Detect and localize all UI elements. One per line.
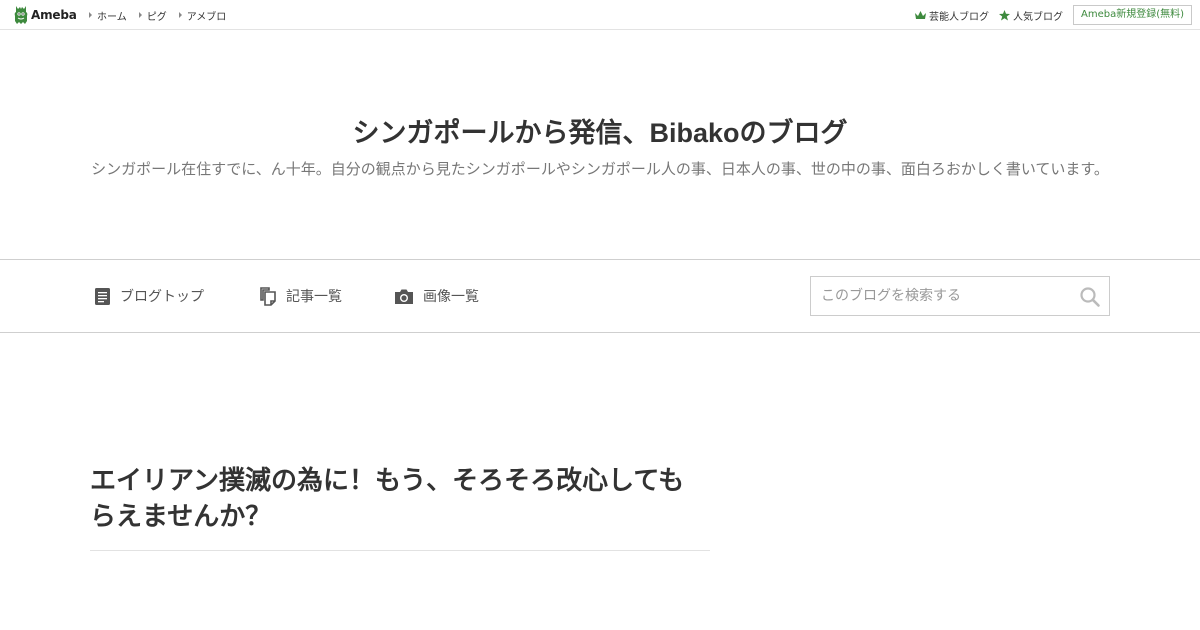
copy-icon bbox=[260, 286, 276, 306]
ameba-logo[interactable]: Ameba bbox=[13, 5, 77, 25]
blog-search bbox=[810, 276, 1110, 316]
nav-image-list-label: 画像一覧 bbox=[423, 289, 479, 305]
global-nav-pigg[interactable]: ピグ bbox=[138, 8, 167, 23]
global-nav-label: ピグ bbox=[146, 11, 167, 23]
caret-right-icon bbox=[178, 12, 182, 18]
logo-wordmark: Ameba bbox=[31, 8, 77, 22]
global-header: Ameba ホーム ピグ アメブロ 芸能人ブログ 人気ブログ Ameba新規登録… bbox=[0, 0, 1200, 30]
blog-header: シンガポールから発信、Bibakoのブログ シンガポール在住すでに、ん十年。自分… bbox=[0, 31, 1200, 259]
blog-title[interactable]: シンガポールから発信、Bibakoのブログ bbox=[0, 111, 1200, 150]
search-input[interactable] bbox=[811, 277, 1071, 315]
signup-button[interactable]: Ameba新規登録(無料) bbox=[1072, 5, 1192, 25]
global-nav: ホーム ピグ アメブロ bbox=[89, 0, 238, 30]
nav-article-list-label: 記事一覧 bbox=[286, 289, 342, 305]
caret-right-icon bbox=[138, 12, 142, 18]
caret-right-icon bbox=[89, 12, 92, 18]
nav-blog-top-label: ブログトップ bbox=[120, 289, 204, 305]
article-title[interactable]: エイリアン撲滅の為に！もう、そろそろ改心してもらえませんか？ bbox=[90, 462, 710, 534]
global-nav-home[interactable]: ホーム bbox=[89, 8, 127, 23]
popular-blog-label: 人気ブログ bbox=[1012, 11, 1063, 23]
camera-icon bbox=[395, 289, 413, 304]
ameba-mascot-icon bbox=[14, 6, 28, 24]
celebrity-blog-link[interactable]: 芸能人ブログ bbox=[914, 8, 989, 23]
global-nav-label: ホーム bbox=[97, 11, 127, 23]
nav-article-list[interactable]: 記事一覧 bbox=[259, 260, 342, 332]
blog-description: シンガポール在住すでに、ん十年。自分の観点から見たシンガポールやシンガポール人の… bbox=[91, 160, 1109, 178]
global-header-right: 芸能人ブログ 人気ブログ Ameba新規登録(無料) bbox=[914, 0, 1200, 30]
global-nav-label: アメブロ bbox=[186, 11, 227, 23]
star-icon bbox=[998, 9, 1010, 20]
nav-blog-top[interactable]: ブログトップ bbox=[94, 260, 204, 332]
global-nav-ameblo[interactable]: アメブロ bbox=[178, 8, 227, 23]
popular-blog-link[interactable]: 人気ブログ bbox=[998, 8, 1063, 23]
celebrity-blog-label: 芸能人ブログ bbox=[928, 11, 989, 23]
nav-image-list[interactable]: 画像一覧 bbox=[394, 260, 479, 332]
document-icon bbox=[95, 287, 110, 305]
search-icon[interactable] bbox=[1079, 286, 1101, 308]
blog-nav: ブログトップ 記事一覧 画像一覧 bbox=[0, 259, 1200, 333]
article-divider bbox=[90, 550, 710, 551]
crown-icon bbox=[914, 10, 926, 19]
